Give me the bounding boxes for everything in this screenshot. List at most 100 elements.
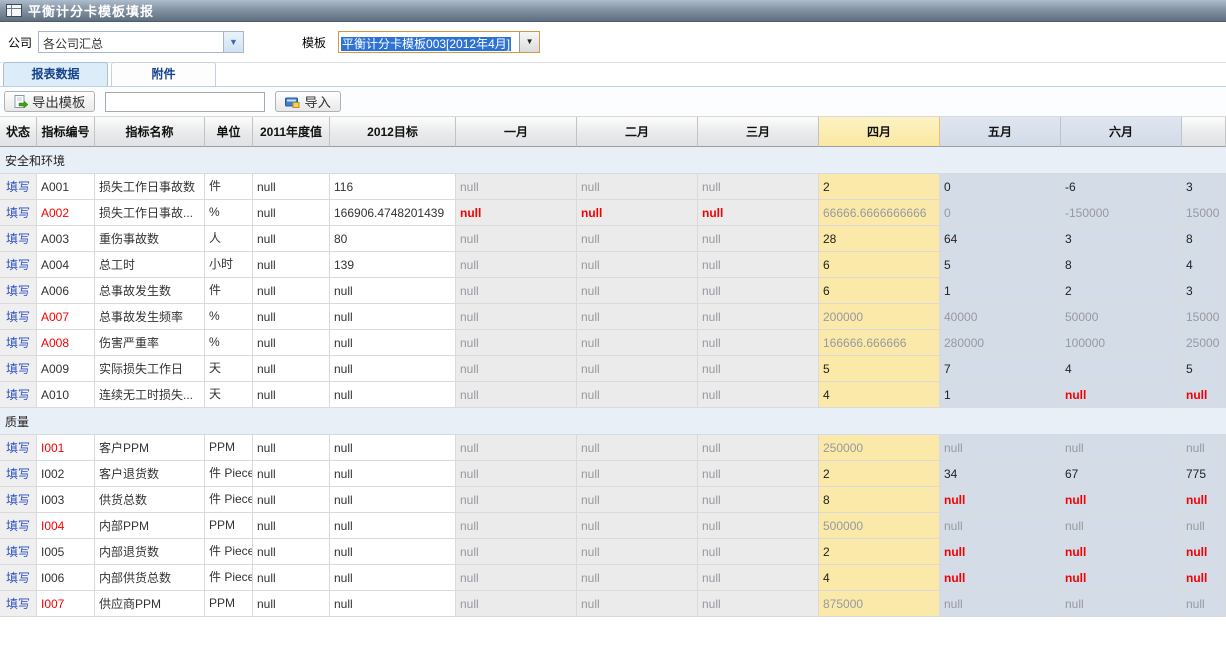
month-cell: null (1061, 539, 1182, 565)
fill-link[interactable]: 填写 (6, 258, 30, 272)
month-value: null (460, 571, 479, 585)
indicator-name-cell: 损失工作日事故数 (95, 174, 205, 200)
status-cell: 填写 (0, 356, 37, 382)
chevron-down-icon[interactable]: ▼ (223, 32, 243, 52)
target-2012-cell: null (330, 487, 456, 513)
month-cell: 15000 (1182, 304, 1226, 330)
month-column-header[interactable]: 三月 (698, 117, 819, 147)
import-button[interactable]: 导入 (275, 91, 341, 112)
fill-link[interactable]: 填写 (6, 597, 30, 611)
month-value: null (944, 571, 965, 585)
month-cell: 875000 (819, 591, 940, 617)
month-value: 34 (944, 467, 957, 481)
month-value: null (944, 493, 965, 507)
import-label: 导入 (304, 92, 331, 111)
month-column-header[interactable]: 五月 (940, 117, 1061, 147)
month-value: null (1186, 545, 1207, 559)
month-column-header[interactable] (1182, 117, 1226, 147)
month-cell: null (577, 200, 698, 226)
month-cell: 8 (1182, 226, 1226, 252)
tab-report-data[interactable]: 报表数据 (3, 62, 108, 86)
status-cell: 填写 (0, 278, 37, 304)
table-row: 填写I001客户PPMPPMnullnullnullnullnull250000… (0, 435, 1226, 461)
column-header[interactable]: 状态 (0, 117, 37, 147)
status-cell: 填写 (0, 252, 37, 278)
month-column-header[interactable]: 二月 (577, 117, 698, 147)
target-2012-cell: null (330, 435, 456, 461)
month-cell: 64 (940, 226, 1061, 252)
scorecard-table: 状态指标编号指标名称单位2011年度值2012目标一月二月三月四月五月六月 安全… (0, 117, 1226, 617)
month-value: 2 (823, 180, 830, 194)
fill-link[interactable]: 填写 (6, 519, 30, 533)
column-header[interactable]: 2012目标 (330, 117, 456, 147)
unit-cell: 件 (205, 278, 253, 304)
month-value: null (460, 493, 479, 507)
status-cell: 填写 (0, 539, 37, 565)
indicator-name-cell: 总事故发生数 (95, 278, 205, 304)
fill-link[interactable]: 填写 (6, 284, 30, 298)
month-column-header[interactable]: 六月 (1061, 117, 1182, 147)
year-2011-value-cell: null (253, 226, 330, 252)
month-cell: null (456, 330, 577, 356)
unit-cell: PPM (205, 513, 253, 539)
fill-link[interactable]: 填写 (6, 493, 30, 507)
column-header[interactable]: 单位 (205, 117, 253, 147)
fill-link[interactable]: 填写 (6, 362, 30, 376)
month-value: null (1186, 493, 1207, 507)
status-cell: 填写 (0, 591, 37, 617)
table-row: 填写A003重伤事故数人null80nullnullnull286438 (0, 226, 1226, 252)
month-value: null (702, 519, 721, 533)
fill-link[interactable]: 填写 (6, 545, 30, 559)
month-value: null (581, 519, 600, 533)
month-value: null (460, 388, 479, 402)
month-cell: null (1061, 565, 1182, 591)
unit-cell: 件 Pieces (205, 565, 253, 591)
month-column-header[interactable]: 一月 (456, 117, 577, 147)
month-cell: 8 (819, 487, 940, 513)
table-row: 填写A007总事故发生频率%nullnullnullnullnull200000… (0, 304, 1226, 330)
month-cell: 2 (819, 461, 940, 487)
indicator-code-cell: A007 (37, 304, 95, 330)
fill-link[interactable]: 填写 (6, 310, 30, 324)
month-cell: 5 (819, 356, 940, 382)
company-combobox[interactable]: 各公司汇总 ▼ (38, 31, 244, 53)
template-combobox[interactable]: 平衡计分卡模板003[2012年4月] ▼ (338, 31, 540, 53)
column-header[interactable]: 2011年度值 (253, 117, 330, 147)
fill-link[interactable]: 填写 (6, 336, 30, 350)
tab-attachment[interactable]: 附件 (111, 62, 216, 86)
fill-link[interactable]: 填写 (6, 206, 30, 220)
table-row: 填写A002损失工作日事故...%null166906.4748201439nu… (0, 200, 1226, 226)
month-value: 50000 (1065, 310, 1098, 324)
month-cell: 15000 (1182, 200, 1226, 226)
chevron-down-icon[interactable]: ▼ (519, 32, 539, 52)
fill-link[interactable]: 填写 (6, 180, 30, 194)
fill-link[interactable]: 填写 (6, 441, 30, 455)
year-2011-value-cell: null (253, 487, 330, 513)
month-cell: null (456, 278, 577, 304)
fill-link[interactable]: 填写 (6, 388, 30, 402)
month-cell: 6 (819, 278, 940, 304)
month-value: 500000 (823, 519, 863, 533)
table-row: 填写A009实际损失工作日天nullnullnullnullnull5745 (0, 356, 1226, 382)
fill-link[interactable]: 填写 (6, 232, 30, 246)
year-2011-value-cell: null (253, 330, 330, 356)
section-label: 安全和环境 (0, 147, 1226, 174)
indicator-code-cell: I004 (37, 513, 95, 539)
month-value: null (1065, 545, 1086, 559)
month-cell: null (940, 513, 1061, 539)
column-header[interactable]: 指标名称 (95, 117, 205, 147)
month-value: null (1065, 493, 1086, 507)
month-cell: null (698, 252, 819, 278)
month-cell: null (577, 252, 698, 278)
column-header[interactable]: 指标编号 (37, 117, 95, 147)
status-cell: 填写 (0, 435, 37, 461)
import-file-input[interactable] (105, 92, 265, 112)
month-cell: null (940, 591, 1061, 617)
fill-link[interactable]: 填写 (6, 571, 30, 585)
month-column-header[interactable]: 四月 (819, 117, 940, 147)
section-label: 质量 (0, 408, 1226, 435)
fill-link[interactable]: 填写 (6, 467, 30, 481)
export-template-button[interactable]: 导出模板 (4, 91, 95, 112)
month-value: null (460, 284, 479, 298)
month-cell: null (698, 591, 819, 617)
